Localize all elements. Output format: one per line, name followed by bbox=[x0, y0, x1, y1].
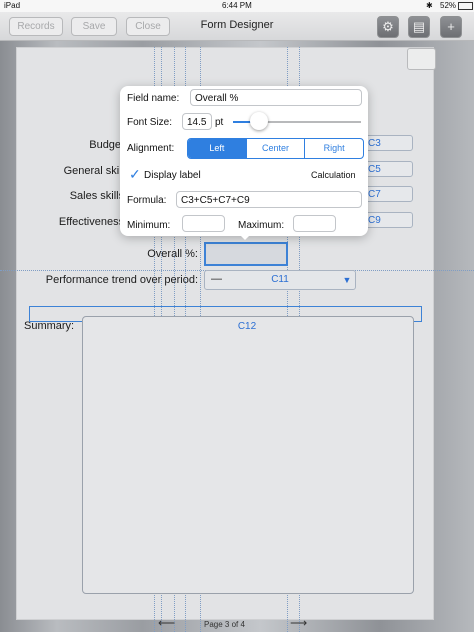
minimum-label: Minimum: bbox=[127, 220, 171, 231]
arrow-left-icon[interactable]: ⟵ bbox=[158, 616, 175, 630]
trend-label: Performance trend over period: bbox=[45, 274, 198, 286]
summary-field[interactable] bbox=[82, 316, 414, 594]
arrow-right-icon[interactable]: ⟶ bbox=[290, 616, 307, 630]
summary-cell: C12 bbox=[237, 321, 257, 332]
status-bar: iPad 6:44 PM ✱ 52% bbox=[0, 0, 474, 12]
trend-dropdown[interactable]: — C11 ▼ bbox=[204, 270, 356, 290]
page-navigation: ⟵ Page 3 of 4 ⟶ bbox=[0, 616, 474, 632]
minimum-input[interactable] bbox=[182, 215, 225, 232]
overall-field-selected[interactable] bbox=[204, 242, 288, 266]
trend-cell: C11 bbox=[271, 274, 289, 285]
field-properties-popover bbox=[120, 86, 368, 236]
alignment-segmented-control: Left Center Right bbox=[187, 138, 364, 159]
popover-pointer bbox=[236, 231, 254, 240]
align-center-option[interactable]: Center bbox=[245, 139, 305, 158]
font-size-input[interactable]: 14.5 bbox=[182, 113, 212, 130]
formula-input[interactable]: C3+C5+C7+C9 bbox=[176, 191, 362, 208]
overall-label: Overall %: bbox=[147, 248, 198, 260]
font-size-slider-knob[interactable] bbox=[250, 112, 268, 130]
device-name: iPad bbox=[4, 1, 21, 10]
align-left-option[interactable]: Left bbox=[188, 139, 246, 158]
clock: 6:44 PM bbox=[222, 1, 252, 10]
page-corner-tab[interactable] bbox=[407, 48, 436, 70]
battery-icon bbox=[458, 2, 473, 10]
checkmark-icon[interactable]: ✓ bbox=[129, 166, 141, 183]
font-size-unit: pt bbox=[215, 117, 224, 128]
font-size-label: Font Size: bbox=[127, 117, 173, 128]
window-title: Form Designer bbox=[200, 19, 274, 31]
plus-icon[interactable]: + bbox=[440, 16, 462, 38]
bluetooth-icon: ✱ bbox=[426, 1, 433, 10]
page-indicator: Page 3 of 4 bbox=[204, 620, 245, 629]
alignment-label: Alignment: bbox=[127, 143, 175, 154]
document-icon[interactable]: ▤ bbox=[408, 16, 430, 38]
field-name-input[interactable]: Overall % bbox=[190, 89, 362, 106]
maximum-input[interactable] bbox=[293, 215, 336, 232]
toolbar: Records Save Close Form Designer ⚙ ▤ + bbox=[0, 12, 474, 41]
gear-icon[interactable]: ⚙ bbox=[377, 16, 399, 38]
align-right-option[interactable]: Right bbox=[304, 139, 363, 158]
chevron-down-icon[interactable]: ▼ bbox=[339, 271, 355, 289]
battery-percent: 52% bbox=[440, 1, 457, 10]
display-label-option[interactable]: Display label bbox=[144, 170, 201, 181]
maximum-label: Maximum: bbox=[238, 220, 285, 231]
formula-label: Formula: bbox=[127, 195, 167, 206]
calculation-label[interactable]: Calculation bbox=[311, 170, 356, 180]
field-name-label: Field name: bbox=[127, 93, 180, 104]
